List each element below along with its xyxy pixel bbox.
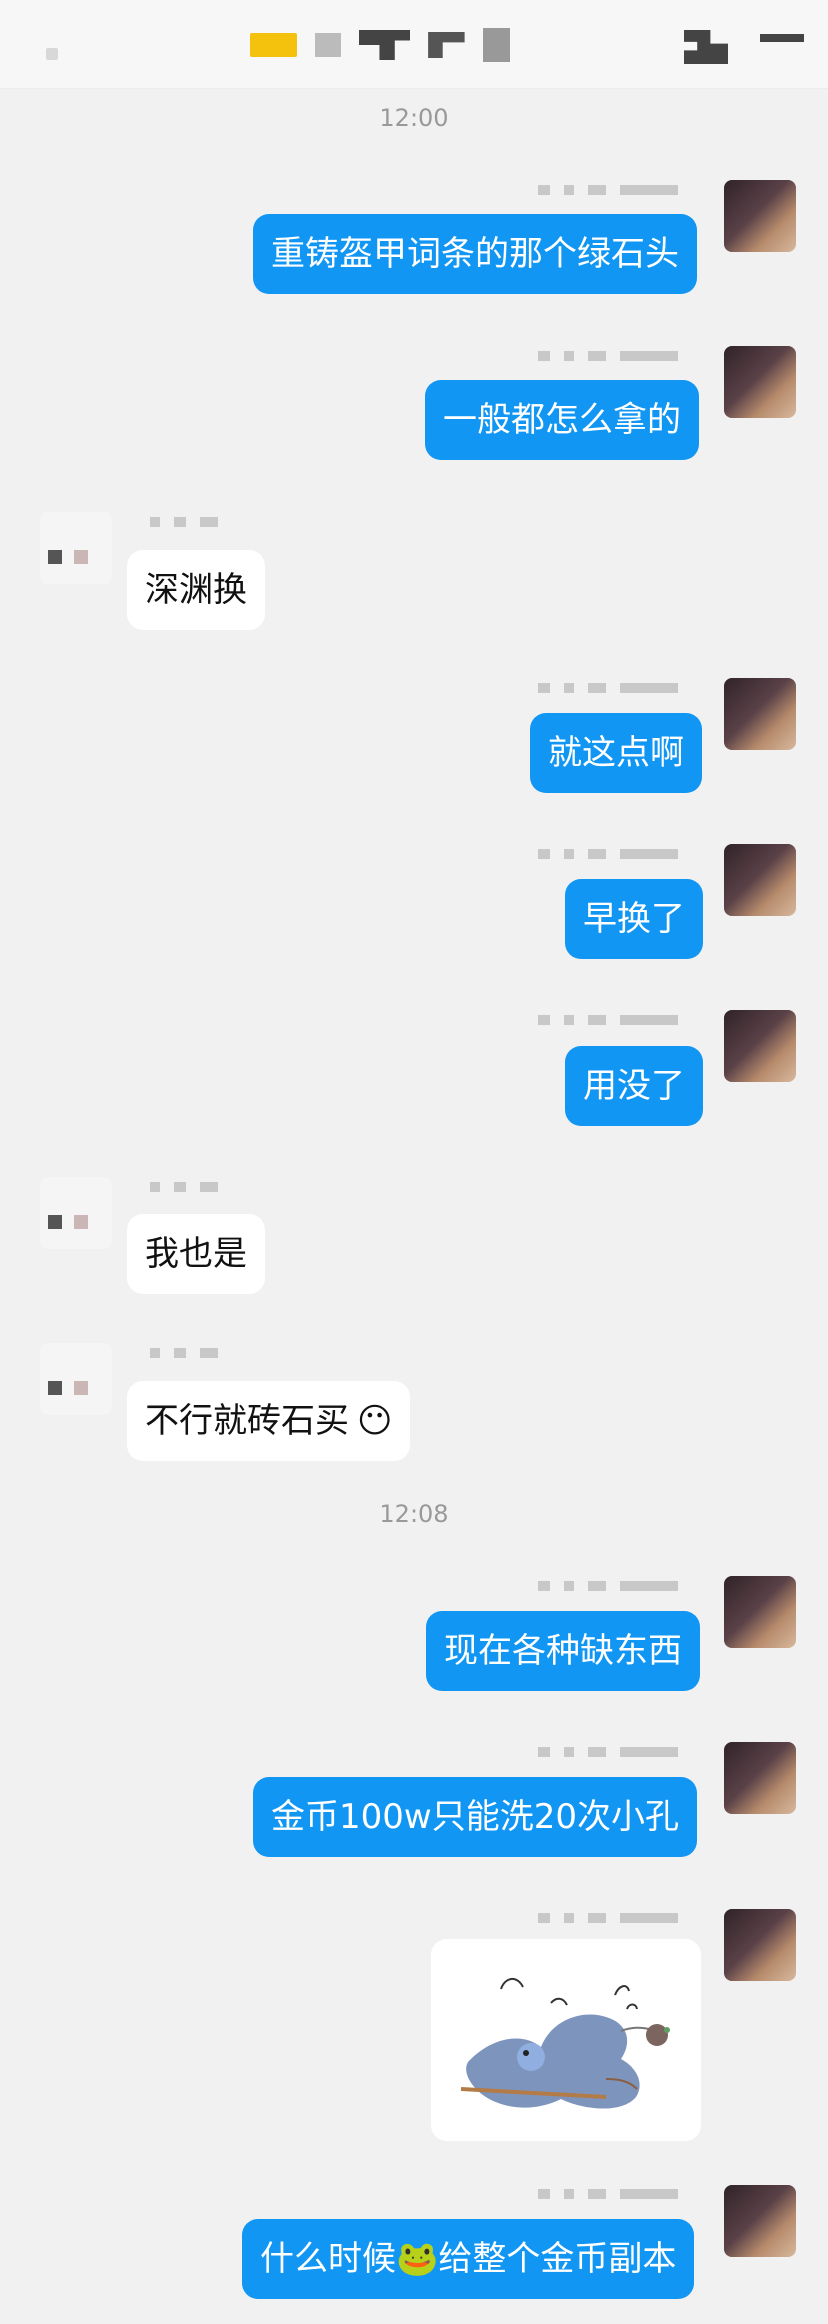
title-blur-2 [315, 33, 341, 57]
contact-nickname-blur [150, 1345, 218, 1361]
title-blur-1 [250, 33, 298, 57]
my-nickname-blur [538, 1744, 678, 1760]
my-nickname-blur [538, 348, 678, 364]
message-bubble-them[interactable]: 深渊换 [127, 550, 265, 630]
message-bubble-me[interactable]: 就这点啊 [530, 713, 702, 793]
sticker-image[interactable] [431, 1939, 701, 2141]
cartoon-sticker [431, 1939, 701, 2141]
contact-avatar[interactable] [40, 1177, 112, 1249]
message-bubble-me[interactable]: 现在各种缺东西 [426, 1611, 700, 1691]
title-blur-5 [482, 28, 510, 62]
title-blur-4 [428, 32, 465, 58]
contact-avatar[interactable] [40, 1343, 112, 1415]
my-avatar[interactable] [724, 346, 796, 418]
contact-nickname-blur [150, 1179, 218, 1195]
my-nickname-blur [538, 846, 678, 862]
my-avatar[interactable] [724, 1742, 796, 1814]
back-icon[interactable] [46, 48, 58, 60]
message-bubble-them[interactable]: 我也是 [127, 1214, 265, 1294]
my-nickname-blur [538, 2186, 678, 2202]
message-bubble-them[interactable]: 不行就砖石买 😶 [127, 1381, 411, 1461]
my-avatar[interactable] [724, 844, 796, 916]
message-bubble-me[interactable]: 什么时候🐸给整个金币副本 [242, 2219, 695, 2299]
my-nickname-blur [538, 182, 678, 198]
contact-nickname-blur [150, 514, 218, 530]
top-navigation-bar [0, 0, 828, 89]
my-nickname-blur [538, 680, 678, 696]
my-avatar[interactable] [724, 678, 796, 750]
contact-avatar[interactable] [40, 512, 112, 584]
my-avatar[interactable] [724, 1010, 796, 1082]
emoji-face-neutral-icon: 😶 [357, 1401, 393, 1441]
message-bubble-me[interactable]: 用没了 [565, 1046, 703, 1126]
menu-icon[interactable] [760, 34, 804, 42]
my-avatar[interactable] [724, 2185, 796, 2257]
timestamp-2: 12:08 [379, 1500, 449, 1528]
message-text: 不行就砖石买 [145, 1401, 349, 1441]
message-bubble-me[interactable]: 早换了 [565, 879, 703, 959]
call-icon[interactable] [684, 30, 728, 64]
title-blur-3 [359, 30, 411, 60]
timestamp-1: 12:00 [379, 104, 449, 132]
conversation-title [250, 20, 510, 70]
my-nickname-blur [538, 1910, 678, 1926]
message-bubble-me[interactable]: 重铸盔甲词条的那个绿石头 [253, 214, 697, 294]
message-bubble-me[interactable]: 金币100w只能洗20次小孔 [253, 1777, 697, 1857]
my-nickname-blur [538, 1578, 678, 1594]
my-nickname-blur [538, 1012, 678, 1028]
my-avatar[interactable] [724, 1576, 796, 1648]
my-avatar[interactable] [724, 1909, 796, 1981]
header-actions [684, 26, 804, 66]
my-avatar[interactable] [724, 180, 796, 252]
message-bubble-me[interactable]: 一般都怎么拿的 [425, 380, 699, 460]
